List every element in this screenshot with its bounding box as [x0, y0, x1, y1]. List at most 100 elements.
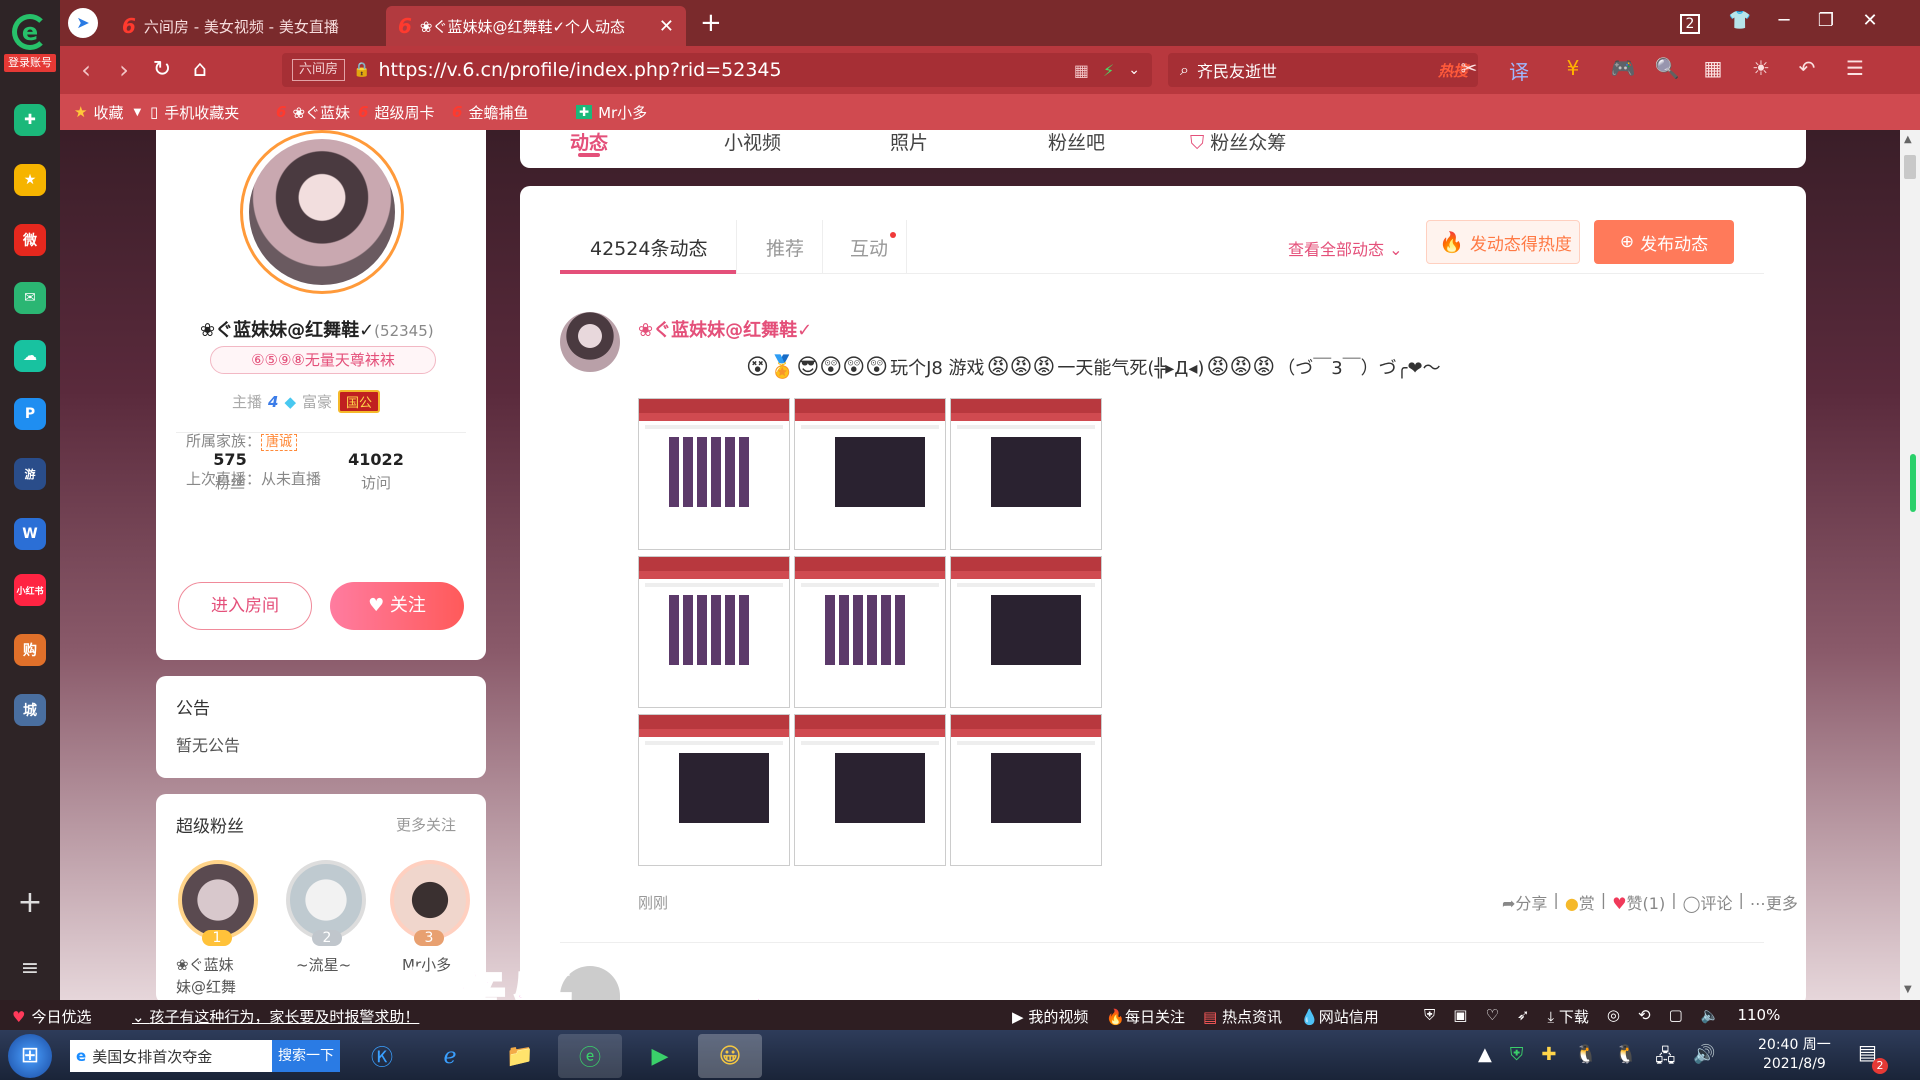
browser-menu-icon[interactable]: ☰ [1838, 56, 1872, 84]
browser-taskbar-icon[interactable]: ⓔ [558, 1034, 622, 1078]
browser-logo[interactable]: e 登录账号 [0, 14, 60, 74]
start-button[interactable]: ⊞ [8, 1034, 52, 1078]
publish-button[interactable]: ⊕ 发布动态 [1594, 220, 1734, 264]
sidebar-menu-icon[interactable]: ≡ [14, 956, 46, 984]
castle-icon[interactable]: 城 [14, 694, 46, 726]
tab-liujianfang-home[interactable]: 6 六间房 - 美女视频 - 美女直播 [110, 6, 380, 46]
new-tab-icon[interactable]: + [700, 8, 722, 38]
magnifier-icon[interactable]: 🔍 [1650, 56, 1684, 84]
plus-cross-icon[interactable]: ✚ [14, 104, 46, 136]
tab-photos[interactable]: 照片 [890, 130, 928, 155]
refresh-icon[interactable]: ↻ [146, 56, 178, 84]
fan-name-2[interactable]: ~流星~ [296, 954, 351, 975]
credit-link[interactable]: 💧网站信用 [1300, 1006, 1379, 1027]
headline-link[interactable]: ⌄ 孩子有这种行为，家长要及时报警求助！ [132, 1006, 419, 1027]
heart-outline-icon[interactable]: ♡ [1485, 1006, 1498, 1027]
sync-icon[interactable]: ⟲ [1638, 1006, 1651, 1027]
post-image[interactable] [950, 398, 1102, 550]
my-video-link[interactable]: ▶ 我的视频 [1012, 1006, 1088, 1027]
back-icon[interactable]: ‹ [70, 56, 102, 84]
tab-profile[interactable]: 6 ❀ぐ蓝妹妹@红舞鞋✓个人动态 ✕ [386, 6, 686, 46]
side-handle[interactable] [1910, 454, 1916, 512]
k-app-icon[interactable]: Ⓚ [350, 1034, 414, 1078]
vr-icon[interactable]: ◎ [1607, 1006, 1620, 1027]
search-input[interactable]: ⌕ 齐民友逝世 热搜 [1168, 53, 1478, 87]
close-tab-icon[interactable]: ✕ [659, 16, 674, 37]
gamepad-icon[interactable]: 🎮 [1606, 56, 1640, 84]
avatar[interactable] [240, 130, 404, 294]
game-icon[interactable]: 游 [14, 458, 46, 490]
login-badge[interactable]: 登录账号 [4, 54, 56, 72]
tray-expand-icon[interactable]: ▲ [1478, 1044, 1492, 1074]
minimize-icon[interactable]: ─ [1764, 10, 1804, 31]
qq-icon[interactable]: 🐧 [1574, 1044, 1596, 1074]
network-icon[interactable]: 🖧 [1655, 1044, 1675, 1074]
fan-avatar-3[interactable] [390, 860, 470, 940]
more-follows-link[interactable]: 更多关注 [396, 814, 456, 835]
shield-icon[interactable]: ⛨ [1424, 1006, 1435, 1027]
bookmark-fishing[interactable]: 6 金蟾捕鱼 [452, 100, 528, 124]
xiaohongshu-icon[interactable]: 小红书 [14, 574, 46, 606]
post-image[interactable] [638, 398, 790, 550]
daily-link[interactable]: 🔥每日关注 [1106, 1006, 1185, 1027]
skin-icon[interactable]: 👕 [1720, 10, 1760, 31]
translate-icon[interactable]: 译 [1502, 56, 1536, 84]
tab-fan-bar[interactable]: 粉丝吧 [1048, 130, 1105, 155]
taskbar-search-button[interactable]: 搜索一下 [272, 1040, 340, 1072]
hot-news-link[interactable]: ▤ 热点资讯 [1203, 1006, 1282, 1027]
fan-name-1[interactable]: ❀ぐ蓝妹 妹@红舞 [176, 954, 236, 998]
zoom-level[interactable]: 110% [1737, 1006, 1780, 1027]
maximize-icon[interactable]: ❐ [1806, 10, 1846, 31]
tab-count-icon[interactable]: 2 [1670, 12, 1710, 34]
post-image[interactable] [950, 714, 1102, 866]
reward-button[interactable]: ●赏 [1565, 890, 1595, 914]
page-scrollbar[interactable] [1900, 130, 1920, 1000]
undo-icon[interactable]: ↶ [1790, 56, 1824, 84]
coin-icon[interactable]: ¥ [1556, 56, 1590, 84]
feed-tab-interact[interactable]: 互动 [850, 234, 888, 261]
bookmark-favorites[interactable]: ★ 收藏 ▼ [74, 100, 141, 124]
cloud-icon[interactable]: ☁ [14, 340, 46, 372]
family-name[interactable]: 唐诚 [261, 434, 298, 451]
close-window-icon[interactable]: ✕ [1850, 10, 1890, 31]
today-picks[interactable]: ♥ 今日优选 [12, 1006, 91, 1027]
hot-post-button[interactable]: 🔥 发动态得热度 [1426, 220, 1580, 264]
liujianfang-app-icon[interactable]: 😀 [698, 1034, 762, 1078]
window-icon[interactable]: ▢ [1669, 1006, 1683, 1027]
internet-explorer-icon[interactable]: ℯ [418, 1034, 482, 1078]
volume-icon[interactable]: 🔈 [1701, 1006, 1720, 1027]
scroll-down-icon[interactable]: ▼ [1904, 984, 1912, 995]
apps-grid-icon[interactable]: ▦ [1696, 56, 1730, 84]
feed-tab-all[interactable]: 42524条动态 [590, 234, 707, 261]
tab-crowdfunding[interactable]: ⛉ 粉丝众筹 [1190, 130, 1286, 155]
qq-icon[interactable]: 🐧 [1615, 1044, 1637, 1074]
scroll-up-icon[interactable]: ▲ [1904, 134, 1912, 145]
share-button[interactable]: ➦分享 [1502, 890, 1547, 914]
mail-icon[interactable]: ✉ [14, 282, 46, 314]
url-input[interactable]: 六间房 🔒 https://v.6.cn/profile/index.php?r… [282, 53, 1152, 87]
follow-button[interactable]: ♥ 关注 [330, 582, 464, 630]
feed-tab-recommend[interactable]: 推荐 [766, 234, 804, 261]
post-author-name[interactable]: ❀ぐ蓝妹妹@红舞鞋✓ [638, 316, 812, 342]
bookmark-lanmeimei[interactable]: 6 ❀ぐ蓝妹 [276, 100, 350, 124]
post-image[interactable] [794, 556, 946, 708]
more-button[interactable]: ⋯更多 [1750, 890, 1798, 914]
security-icon[interactable]: ⛨ [1510, 1044, 1524, 1074]
bookmark-mobile[interactable]: ▯ 手机收藏夹 [150, 100, 239, 124]
rocket-icon[interactable]: ➶ [1517, 1006, 1530, 1027]
word-icon[interactable]: W [14, 518, 46, 550]
fan-avatar-2[interactable] [286, 860, 366, 940]
comment-button[interactable]: ◯评论 [1683, 890, 1733, 914]
tab-short-video[interactable]: 小视频 [724, 130, 781, 155]
post-author-avatar[interactable] [560, 312, 620, 372]
post-image[interactable] [638, 556, 790, 708]
clock[interactable]: 20:40 周一 2021/8/9 [1758, 1036, 1831, 1074]
lightning-icon[interactable]: ⚡ [1103, 61, 1114, 80]
file-explorer-icon[interactable]: 📁 [488, 1034, 552, 1078]
navigation-arrow-icon[interactable]: ➤ [68, 8, 98, 38]
post-image[interactable] [638, 714, 790, 866]
home-icon[interactable]: ⌂ [184, 56, 216, 84]
enter-room-button[interactable]: 进入房间 [178, 582, 312, 630]
add-sidebar-icon[interactable]: + [14, 888, 46, 920]
post-image[interactable] [794, 714, 946, 866]
